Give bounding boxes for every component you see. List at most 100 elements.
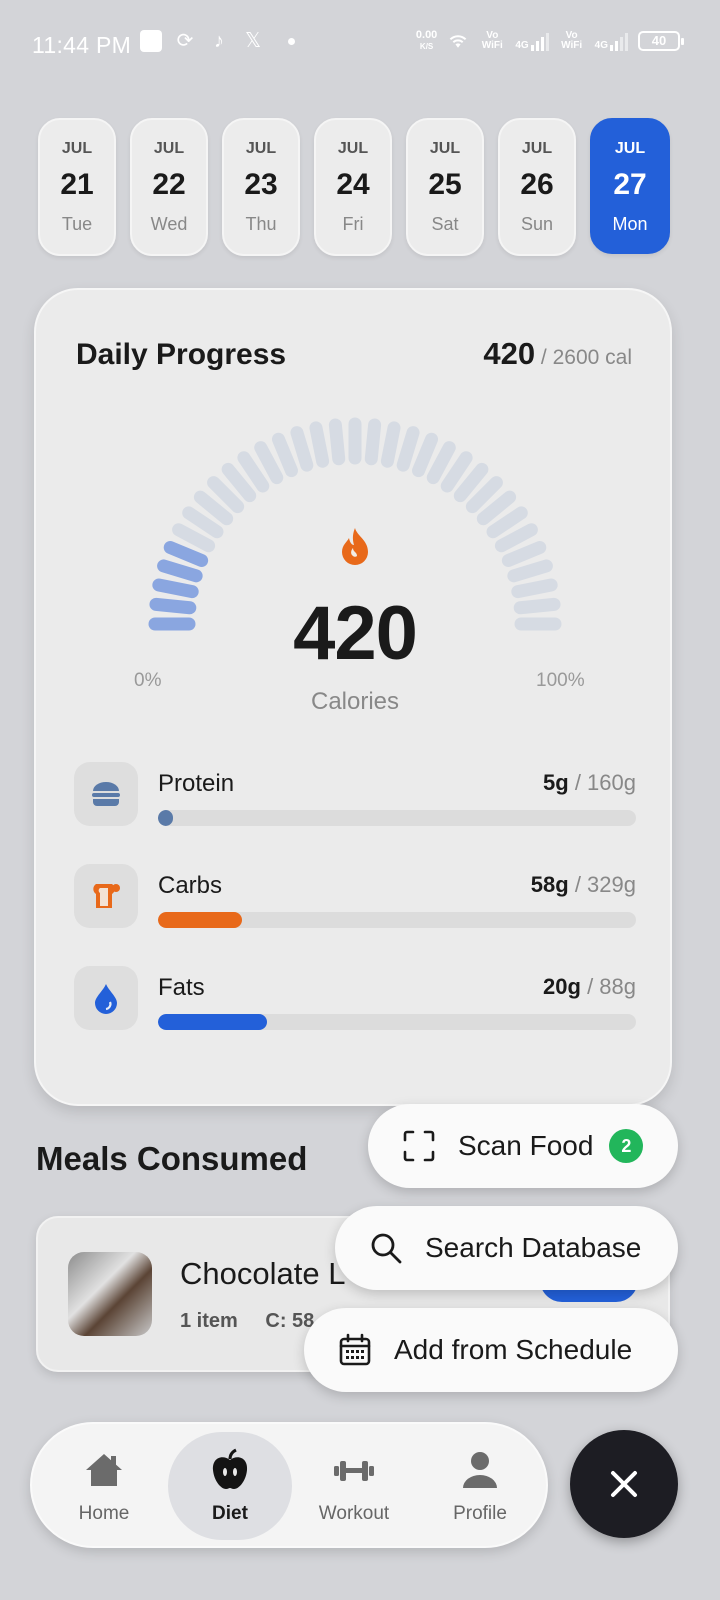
nav-home[interactable]: Home	[42, 1432, 166, 1540]
gauge-tick-empty	[412, 432, 439, 478]
network-speed-unit: K/S	[419, 42, 434, 51]
macro-amount: 20g / 88g	[543, 974, 636, 1000]
macro-progress-bar	[158, 1014, 636, 1030]
macro-progress-fill	[158, 810, 173, 826]
macro-progress-fill	[158, 912, 243, 928]
gauge-tick-empty	[290, 426, 314, 472]
date-weekday: Sun	[520, 214, 554, 234]
nav-diet[interactable]: Diet	[168, 1432, 292, 1540]
macro-name: Fats	[158, 974, 205, 1001]
gauge-tick-empty	[271, 432, 298, 478]
date-day: 27	[613, 168, 647, 201]
date-weekday: Thu	[245, 214, 277, 234]
meal-carbs: C: 58	[265, 1310, 315, 1332]
date-chip[interactable]: JUL 25 Sat	[406, 118, 484, 256]
gauge-tick-empty	[396, 426, 420, 472]
gauge-tick-empty	[486, 506, 528, 539]
signal-2-icon: 4G	[595, 31, 628, 51]
nav-profile[interactable]: Profile	[418, 1432, 542, 1540]
search-database-button[interactable]: Search Database	[335, 1206, 678, 1290]
scan-count-badge: 2	[609, 1129, 644, 1163]
date-chip[interactable]: JUL 22 Wed	[130, 118, 208, 256]
date-chip[interactable]: JUL 21 Tue	[38, 118, 116, 256]
macro-amount: 5g / 160g	[543, 770, 636, 796]
meal-name: Chocolate L	[180, 1256, 346, 1291]
status-time: 11:44 PM	[32, 32, 132, 58]
date-month: JUL	[614, 140, 646, 157]
date-chip[interactable]: JUL 23 Thu	[222, 118, 300, 256]
more-notifications-dot	[288, 37, 295, 45]
app-notification-icon	[140, 30, 162, 52]
meal-meta: 1 item C: 58	[180, 1310, 314, 1333]
date-month: JUL	[337, 140, 369, 157]
vowifi-label-1: Vo WiFi	[481, 30, 503, 51]
nav-home-label: Home	[78, 1503, 130, 1524]
dumbbell-icon	[334, 1461, 374, 1481]
x-icon: 𝕏	[244, 30, 262, 52]
gauge-tick-empty	[380, 421, 401, 468]
date-month: JUL	[429, 140, 461, 157]
date-day: 22	[152, 168, 186, 201]
battery-icon: 40	[638, 31, 684, 51]
gauge-tick-empty	[254, 441, 284, 485]
gauge-tick-empty	[440, 451, 473, 493]
meal-thumbnail	[68, 1252, 152, 1336]
macro-carbs: Carbs 58g / 329g	[74, 864, 636, 928]
apple-icon	[212, 1448, 248, 1489]
calendar-icon	[339, 1333, 371, 1366]
date-month: JUL	[521, 140, 553, 157]
wifi-icon	[447, 30, 469, 52]
date-day: 26	[520, 168, 554, 201]
gauge-tick-empty	[328, 418, 346, 466]
macro-goal: / 329g	[574, 872, 636, 897]
gauge-tick-empty	[507, 559, 553, 583]
close-menu-button[interactable]	[570, 1430, 678, 1538]
gauge-tick-empty	[501, 540, 547, 567]
bottom-navigation: Home Diet Workout Profile	[30, 1422, 548, 1548]
date-month: JUL	[153, 140, 185, 157]
gauge-min-label: 0%	[134, 670, 162, 691]
flame-icon	[342, 528, 368, 565]
macro-goal: / 88g	[587, 974, 636, 999]
date-chip[interactable]: JUL 24 Fri	[314, 118, 392, 256]
macro-fats: Fats 20g / 88g	[74, 966, 636, 1030]
gauge-tick-empty	[182, 506, 224, 539]
macro-protein: Protein 5g / 160g	[74, 762, 636, 826]
date-chip[interactable]: JUL 26 Sun	[498, 118, 576, 256]
gauge-tick-filled	[163, 540, 209, 567]
search-icon	[371, 1233, 402, 1264]
add-from-schedule-button[interactable]: Add from Schedule	[304, 1308, 678, 1392]
nav-workout[interactable]: Workout	[292, 1432, 416, 1540]
burger-icon	[74, 762, 138, 826]
date-day: 25	[428, 168, 462, 201]
status-notification-icons: ⟳ ♪ 𝕏	[140, 30, 295, 52]
network-speed: 0.00 K/S	[416, 30, 437, 52]
gauge-tick-empty	[364, 418, 382, 466]
status-system-icons: 0.00 K/S Vo WiFi 4G Vo WiFi 4G 40	[416, 30, 684, 52]
calories-label: Calories	[310, 688, 400, 715]
signal-2-gen: 4G	[594, 40, 608, 51]
gauge-tick-empty	[309, 421, 330, 468]
macro-value: 20g	[543, 974, 581, 999]
macro-name: Carbs	[158, 872, 223, 899]
date-chip-selected[interactable]: JUL 27 Mon	[590, 118, 670, 254]
scan-icon	[403, 1130, 435, 1162]
macro-name: Protein	[158, 770, 235, 797]
macro-value: 5g	[543, 770, 569, 795]
macro-amount: 58g / 329g	[531, 872, 636, 898]
gauge-tick-empty	[172, 523, 216, 553]
gauge-tick-filled	[157, 559, 203, 583]
sync-icon: ⟳	[176, 30, 194, 52]
search-database-label: Search Database	[425, 1232, 642, 1263]
add-from-schedule-label: Add from Schedule	[394, 1334, 633, 1365]
gauge-tick-empty	[426, 441, 456, 485]
nav-diet-label: Diet	[212, 1503, 248, 1524]
date-day: 23	[244, 168, 278, 201]
date-day: 21	[60, 168, 94, 201]
date-weekday: Fri	[342, 214, 364, 234]
date-weekday: Wed	[150, 214, 188, 234]
scan-food-button[interactable]: Scan Food 2	[368, 1104, 678, 1188]
date-weekday: Sat	[431, 214, 459, 234]
close-icon	[611, 1471, 637, 1497]
scan-food-label: Scan Food	[458, 1130, 594, 1161]
